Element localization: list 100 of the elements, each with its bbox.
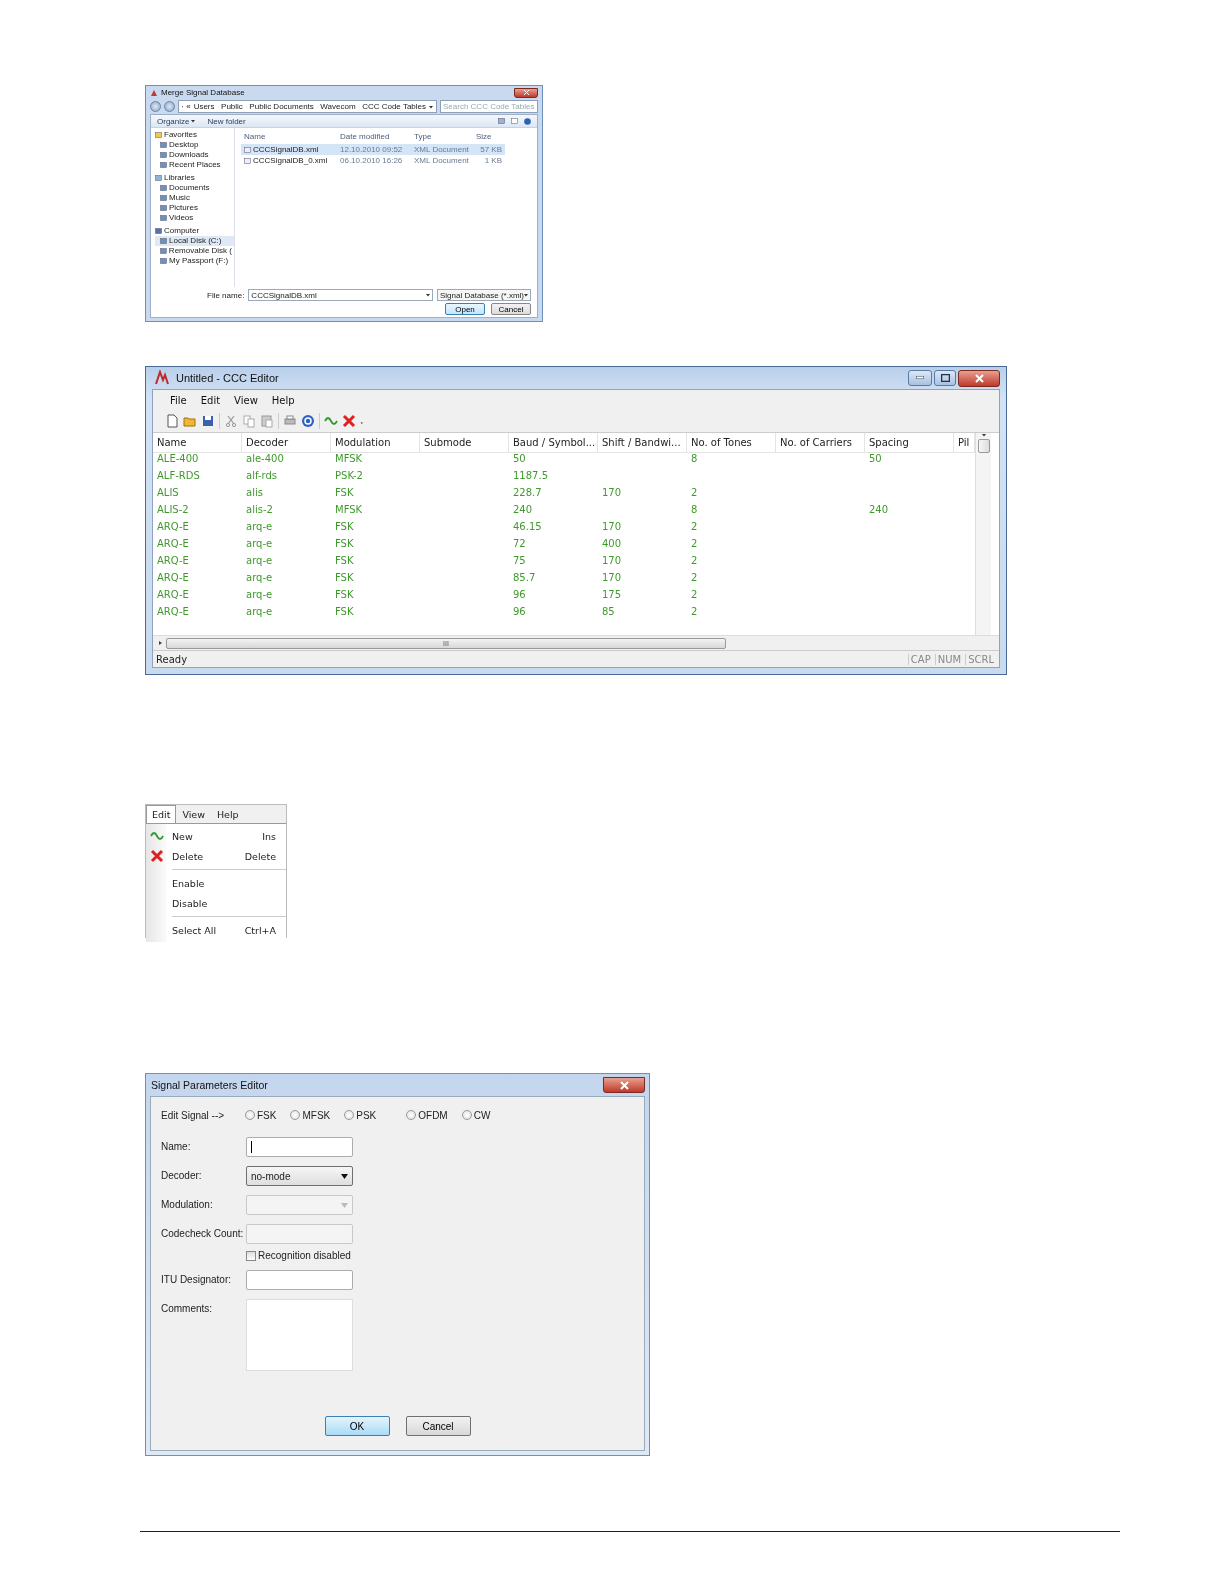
- breadcrumb[interactable]: CCC Code Tables: [362, 102, 427, 111]
- nav-group[interactable]: Favorites: [155, 130, 234, 140]
- menu-item[interactable]: Edit: [146, 805, 177, 823]
- file-name[interactable]: CCCSignalDB_0.xml: [241, 155, 337, 166]
- radio-button[interactable]: OFDM: [406, 1109, 448, 1121]
- nav-item[interactable]: Recent Places: [155, 160, 234, 170]
- table-cell-text: arq-e: [245, 520, 274, 534]
- column-header[interactable]: Decoder: [242, 433, 331, 453]
- menu-option[interactable]: Delete: [172, 850, 241, 862]
- dialog-button[interactable]: Cancel: [405, 1416, 471, 1436]
- file-name-field[interactable]: CCCSignalDB.xml: [248, 289, 433, 301]
- column-header[interactable]: Modulation: [331, 433, 420, 453]
- nav-item[interactable]: Downloads: [155, 150, 234, 160]
- scroll-thumb[interactable]: [977, 439, 990, 453]
- table-cell-text: 175: [601, 588, 623, 602]
- nav-item[interactable]: My Passport (F:): [155, 256, 234, 266]
- close-button[interactable]: [603, 1077, 645, 1093]
- column-header[interactable]: Size: [473, 131, 505, 144]
- file-type-select[interactable]: Signal Database (*.xml): [437, 289, 531, 301]
- open-folder-icon[interactable]: [183, 414, 197, 428]
- radio-button[interactable]: CW: [461, 1109, 491, 1121]
- dialog-button[interactable]: Open: [445, 303, 485, 315]
- dialog-button[interactable]: Cancel: [491, 303, 531, 315]
- column-header[interactable]: Date modified: [337, 131, 411, 144]
- nav-item[interactable]: Removable Disk (: [155, 246, 234, 256]
- toolbar-button[interactable]: Organize: [157, 116, 196, 126]
- nav-item[interactable]: Documents: [155, 183, 234, 193]
- copy-icon[interactable]: [242, 414, 256, 428]
- wave-icon[interactable]: [324, 414, 338, 428]
- table-cell-text: ARQ-E: [156, 588, 190, 602]
- cross-icon[interactable]: [150, 849, 164, 863]
- back-button[interactable]: [150, 101, 161, 112]
- cross-icon[interactable]: [342, 414, 356, 428]
- table-cell-text: ARQ-E: [156, 520, 190, 534]
- cut-icon[interactable]: [224, 414, 238, 428]
- column-header[interactable]: Shift / Bandwi...: [598, 433, 687, 453]
- column-header[interactable]: Name: [241, 131, 337, 144]
- menu-option[interactable]: Select All: [172, 924, 241, 936]
- new-file-icon[interactable]: [165, 414, 179, 428]
- menu-option[interactable]: Disable: [172, 897, 272, 909]
- table-cell-text: 85: [601, 605, 616, 619]
- dialog-button[interactable]: OK: [324, 1416, 390, 1436]
- window-title: Untitled - CCC Editor: [176, 372, 279, 384]
- column-header[interactable]: Type: [411, 131, 473, 144]
- nav-item[interactable]: Pictures: [155, 203, 234, 213]
- table-cell-text: ARQ-E: [156, 537, 190, 551]
- print-icon[interactable]: [283, 414, 297, 428]
- file-size: 57 KB: [473, 144, 505, 155]
- checkbox[interactable]: Recognition disabled: [246, 1250, 353, 1261]
- paste-icon[interactable]: [260, 414, 274, 428]
- breadcrumb[interactable]: Public Documents: [249, 102, 314, 111]
- menu-item[interactable]: View: [229, 392, 263, 408]
- wave-icon[interactable]: [150, 829, 164, 843]
- radio-button[interactable]: PSK: [344, 1109, 377, 1121]
- nav-item[interactable]: Local Disk (C:): [155, 236, 234, 246]
- input-field[interactable]: [246, 1137, 353, 1157]
- close-button[interactable]: [958, 369, 1000, 387]
- table-cell-text: 2: [690, 605, 699, 619]
- menu-option[interactable]: Enable: [172, 877, 272, 889]
- radio-button[interactable]: FSK: [245, 1109, 277, 1121]
- menu-item[interactable]: Help: [210, 805, 245, 823]
- nav-item[interactable]: Desktop: [155, 140, 234, 150]
- menu-item[interactable]: Edit: [195, 392, 226, 408]
- breadcrumb[interactable]: «: [186, 102, 191, 111]
- vertical-scrollbar[interactable]: [975, 433, 991, 635]
- nav-group[interactable]: Libraries: [155, 173, 234, 183]
- menu-item[interactable]: View: [176, 805, 211, 823]
- toolbar-button[interactable]: New folder: [207, 116, 246, 126]
- menu-option[interactable]: New: [172, 830, 259, 842]
- breadcrumb[interactable]: Wavecom: [320, 102, 356, 111]
- table-cell-text: FSK: [334, 537, 355, 551]
- address-bar[interactable]: « Users Public Public Documents Wavecom CCC Code Tables: [178, 100, 437, 113]
- input-field[interactable]: [246, 1270, 353, 1290]
- column-header[interactable]: Name: [153, 433, 242, 453]
- comments-field[interactable]: [246, 1299, 353, 1371]
- file-date: 06.10.2010 16:26: [339, 155, 404, 166]
- dropdown[interactable]: no-mode: [246, 1166, 353, 1186]
- file-name[interactable]: CCCSignalDB.xml: [241, 144, 337, 155]
- menu-item[interactable]: Help: [266, 392, 300, 408]
- save-icon[interactable]: [201, 414, 215, 428]
- column-header[interactable]: Baud / Symbol...: [509, 433, 598, 453]
- nav-group[interactable]: Computer: [155, 226, 234, 236]
- search-field[interactable]: Search CCC Code Tables: [440, 100, 538, 113]
- column-header[interactable]: Submode: [420, 433, 509, 453]
- forward-button[interactable]: [164, 101, 175, 112]
- menu-item[interactable]: File: [165, 392, 192, 408]
- radio-button[interactable]: MFSK: [290, 1109, 331, 1121]
- breadcrumb[interactable]: Public: [221, 102, 243, 111]
- status-indicator: SCRL: [965, 653, 996, 665]
- column-header[interactable]: No. of Tones: [687, 433, 776, 453]
- nav-item[interactable]: Videos: [155, 213, 234, 223]
- help-icon[interactable]: [524, 117, 531, 125]
- column-header[interactable]: No. of Carriers: [776, 433, 865, 453]
- maximize-button[interactable]: [934, 369, 956, 386]
- table-cell-text: 75: [512, 554, 527, 568]
- close-button[interactable]: [514, 87, 538, 98]
- breadcrumb[interactable]: Users: [193, 102, 215, 111]
- nav-item[interactable]: Music: [155, 193, 234, 203]
- column-header[interactable]: Spacing: [865, 433, 954, 453]
- help-icon[interactable]: [301, 414, 315, 428]
